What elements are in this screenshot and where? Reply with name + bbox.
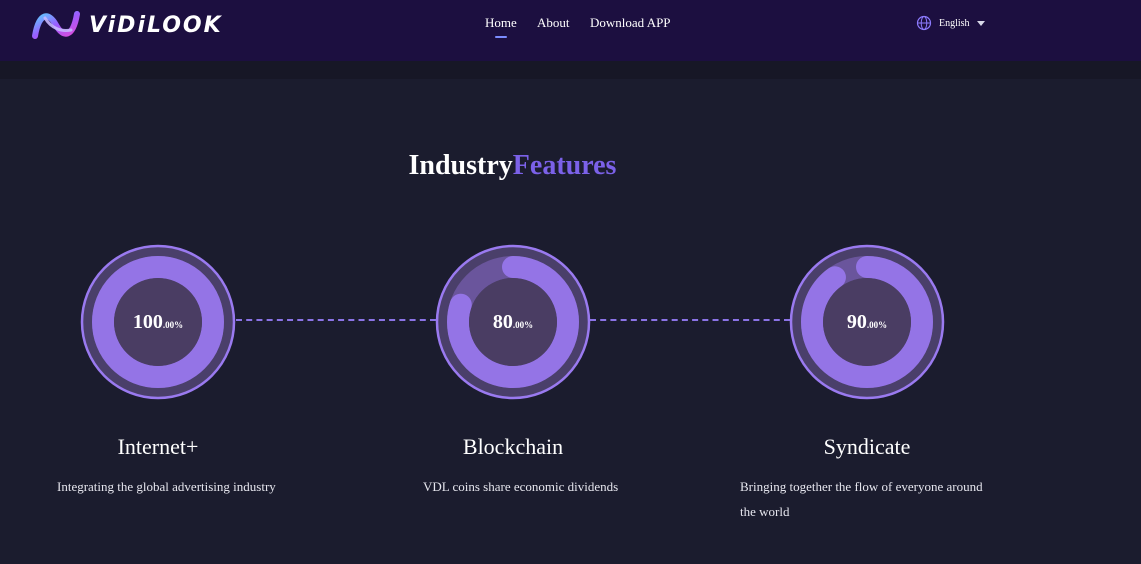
nav-home[interactable]: Home xyxy=(485,15,517,38)
title-part-features: Features xyxy=(512,150,617,181)
feature-title-internet: Internet+ xyxy=(117,434,199,459)
feature-gauge-blockchain: 80.00% xyxy=(435,244,591,400)
language-selector[interactable]: English xyxy=(916,15,985,31)
connector-line-1 xyxy=(236,319,436,321)
feature-desc-blockchain: VDL coins share economic dividends xyxy=(423,479,619,494)
gauge-number: 80 xyxy=(492,310,513,333)
gauge-value: 90.00% xyxy=(789,244,945,400)
gauge-decimal: .00% xyxy=(512,320,534,330)
nav-about[interactable]: About xyxy=(537,15,570,31)
brand-logo[interactable]: ViDiLOOK xyxy=(31,6,223,44)
gauge-number: 100 xyxy=(132,310,163,333)
feature-gauge-syndicate: 90.00% xyxy=(789,244,945,400)
feature-title-blockchain: Blockchain xyxy=(462,434,564,459)
gauge-number: 90 xyxy=(846,310,867,333)
chevron-down-icon xyxy=(976,20,985,26)
section-title: IndustryFeatures xyxy=(0,150,1025,182)
feature-gauge-internet: 100.00% xyxy=(80,244,236,400)
title-part-industry: Industry xyxy=(408,150,513,181)
nav-download-app[interactable]: Download APP xyxy=(590,15,671,31)
top-header: ViDiLOOK Home About Download APP English xyxy=(0,0,1141,61)
gauge-decimal: .00% xyxy=(866,320,888,330)
gauge-value: 80.00% xyxy=(435,244,591,400)
connector-line-2 xyxy=(590,319,790,321)
language-label: English xyxy=(939,17,970,29)
logo-infinity-icon xyxy=(32,11,80,39)
gauge-value: 100.00% xyxy=(80,244,236,400)
brand-name: ViDiLOOK xyxy=(89,12,223,38)
globe-icon xyxy=(916,15,932,31)
gauge-decimal: .00% xyxy=(162,320,184,330)
header-shadow-bar xyxy=(0,61,1141,79)
feature-desc-internet: Integrating the global advertising indus… xyxy=(57,479,276,494)
feature-desc-syndicate: Bringing together the flow of everyone a… xyxy=(740,479,983,519)
feature-title-syndicate: Syndicate xyxy=(823,434,911,459)
